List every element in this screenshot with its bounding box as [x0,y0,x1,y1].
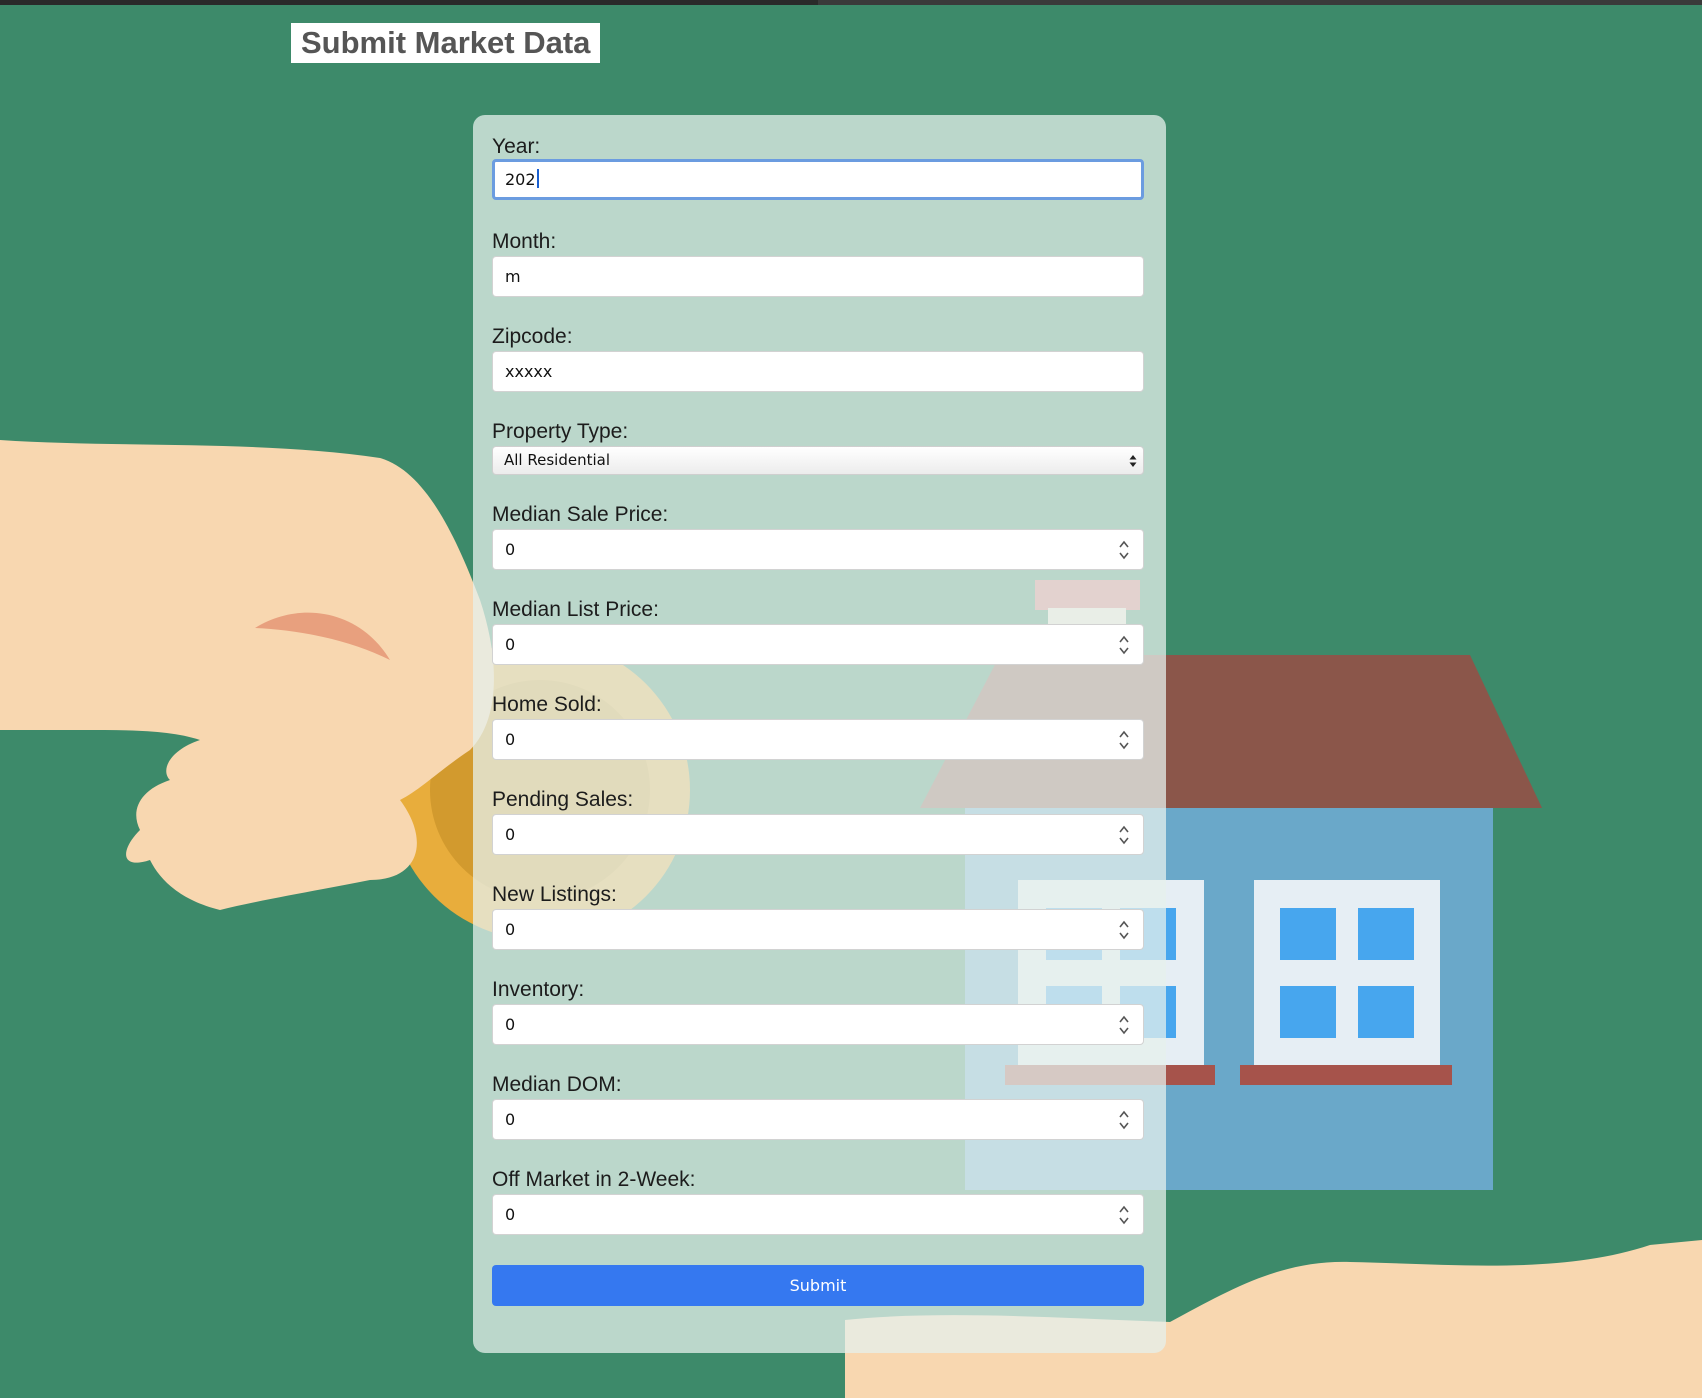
median-sale-price-label: Median Sale Price: [492,503,669,526]
month-label: Month: [492,230,557,253]
spinner-arrows-icon[interactable] [1115,822,1133,848]
median-dom-label: Median DOM: [492,1073,622,1096]
year-input[interactable]: 202 [492,159,1144,200]
spinner-arrows-icon[interactable] [1115,537,1133,563]
off-market-2week-value: 0 [505,1205,516,1224]
median-dom-value: 0 [505,1110,516,1129]
pending-sales-value: 0 [505,825,516,844]
property-type-select[interactable]: All Residential [492,446,1144,475]
year-input-value: 202 [505,170,536,189]
zipcode-input-value: xxxxx [505,362,553,381]
spinner-arrows-icon[interactable] [1115,727,1133,753]
home-sold-label: Home Sold: [492,693,602,716]
off-market-2week-label: Off Market in 2-Week: [492,1168,696,1191]
zipcode-input[interactable]: xxxxx [492,351,1144,392]
inventory-value: 0 [505,1015,516,1034]
home-sold-value: 0 [505,730,516,749]
median-sale-price-value: 0 [505,540,516,559]
select-arrows-icon [1129,455,1137,467]
spinner-arrows-icon[interactable] [1115,632,1133,658]
zipcode-label: Zipcode: [492,325,573,348]
spinner-arrows-icon[interactable] [1115,1012,1133,1038]
new-listings-value: 0 [505,920,516,939]
month-input[interactable]: m [492,256,1144,297]
property-type-label: Property Type: [492,420,629,443]
spinner-arrows-icon[interactable] [1115,1202,1133,1228]
pending-sales-input[interactable]: 0 [492,814,1144,855]
median-list-price-label: Median List Price: [492,598,659,621]
home-sold-input[interactable]: 0 [492,719,1144,760]
page-title: Submit Market Data [291,23,601,63]
text-caret [536,169,539,188]
spinner-arrows-icon[interactable] [1115,917,1133,943]
inventory-label: Inventory: [492,978,585,1001]
median-sale-price-input[interactable]: 0 [492,529,1144,570]
property-type-selected-value: All Residential [504,451,610,469]
off-market-2week-input[interactable]: 0 [492,1194,1144,1235]
submit-button[interactable]: Submit [492,1265,1144,1306]
median-list-price-input[interactable]: 0 [492,624,1144,665]
new-listings-label: New Listings: [492,883,617,906]
new-listings-input[interactable]: 0 [492,909,1144,950]
median-list-price-value: 0 [505,635,516,654]
median-dom-input[interactable]: 0 [492,1099,1144,1140]
spinner-arrows-icon[interactable] [1115,1107,1133,1133]
market-data-form: Year: 202 Month: m Zipcode: xxxxx Proper… [473,115,1166,1353]
month-input-value: m [505,267,521,286]
inventory-input[interactable]: 0 [492,1004,1144,1045]
pending-sales-label: Pending Sales: [492,788,634,811]
year-label: Year: [492,135,541,158]
